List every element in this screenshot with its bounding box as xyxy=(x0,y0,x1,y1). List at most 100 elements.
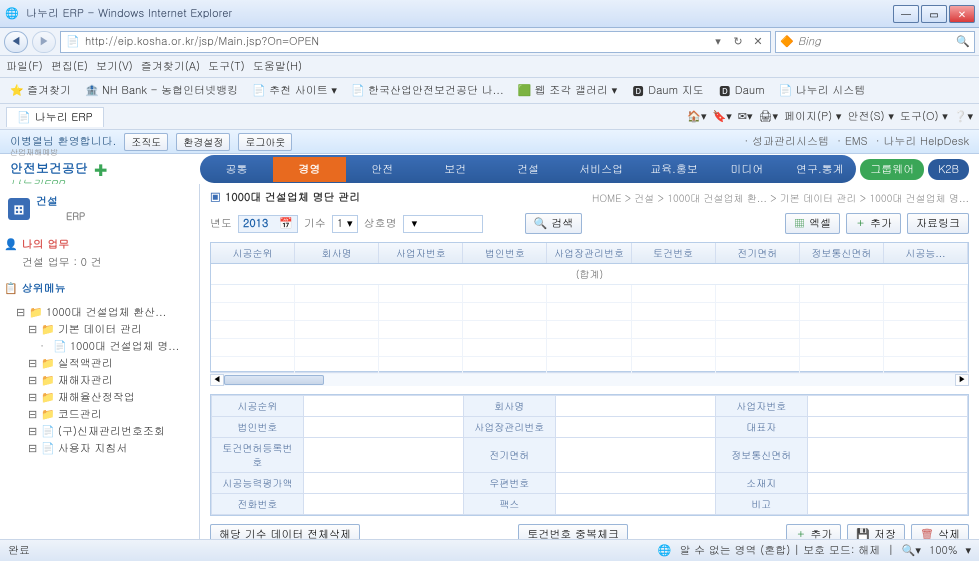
pill-groupware[interactable]: 그룹웨어 xyxy=(860,159,924,180)
grid-cell[interactable] xyxy=(547,285,631,303)
zoom-dropdown-icon[interactable]: ▾ xyxy=(965,543,971,558)
grid-cell[interactable] xyxy=(800,303,884,321)
logout-button[interactable]: 로그아웃 xyxy=(238,133,292,151)
year-input[interactable] xyxy=(243,216,277,231)
form-value[interactable] xyxy=(555,473,715,494)
tab-health[interactable]: 보건 xyxy=(419,157,492,182)
form-value[interactable] xyxy=(303,417,463,438)
grid-cell[interactable] xyxy=(632,357,716,375)
grid-scrollbar[interactable]: ◀ ▶ xyxy=(210,372,969,386)
grid-cell[interactable] xyxy=(463,303,547,321)
tab-edu[interactable]: 교육.홍보 xyxy=(638,157,711,182)
mail-icon[interactable]: ✉▾ xyxy=(738,109,753,124)
grid-cell[interactable] xyxy=(884,285,968,303)
my-tasks-header[interactable]: 👤나의 업무 xyxy=(4,235,195,254)
grid-cell[interactable] xyxy=(379,357,463,375)
form-value[interactable] xyxy=(807,494,967,515)
form-value[interactable] xyxy=(807,417,967,438)
search-field[interactable]: 🔶 🔍 xyxy=(775,31,975,53)
link-helpdesk[interactable]: · 나누리 HelpDesk xyxy=(876,134,969,149)
refresh-icon[interactable]: ↻ xyxy=(730,34,746,50)
grid-cell[interactable] xyxy=(800,357,884,375)
grid-cell[interactable] xyxy=(547,339,631,357)
tab-common[interactable]: 공통 xyxy=(200,157,273,182)
url-input[interactable] xyxy=(85,34,706,49)
tree-item[interactable]: ⊟📁재해자관리 xyxy=(4,372,195,389)
tool-tools[interactable]: 도구(O) ▾ xyxy=(900,109,948,124)
fav-daum[interactable]: 🅳Daum xyxy=(714,82,769,99)
scroll-thumb[interactable] xyxy=(224,375,324,385)
grid-cell[interactable] xyxy=(295,303,379,321)
grid-cell[interactable] xyxy=(211,357,295,375)
fav-kosha[interactable]: 📄한국산업안전보건공단 나... xyxy=(347,82,508,99)
tree-item[interactable]: ·📄1000대 건설업체 명... xyxy=(4,338,195,355)
tree-item[interactable]: ⊟📁재해율산정작업 xyxy=(4,389,195,406)
tree-item[interactable]: ⊟📁코드관리 xyxy=(4,406,195,423)
menu-favorites[interactable]: 즐겨찾기(A) xyxy=(141,59,200,74)
tool-safety[interactable]: 안전(S) ▾ xyxy=(847,109,893,124)
menu-help[interactable]: 도움말(H) xyxy=(253,59,302,74)
grid-cell[interactable] xyxy=(800,285,884,303)
fav-suggested[interactable]: 📄추천 사이트 ▾ xyxy=(248,82,341,99)
add-top-button[interactable]: ＋추가 xyxy=(846,213,901,234)
tree-item[interactable]: ⊟📁실적액관리 xyxy=(4,355,195,372)
menu-view[interactable]: 보기(V) xyxy=(96,59,133,74)
feed-icon[interactable]: 🔖▾ xyxy=(713,109,732,124)
grid-cell[interactable] xyxy=(716,357,800,375)
fav-nanuri[interactable]: 📄나누리 시스템 xyxy=(775,82,870,99)
scroll-track[interactable] xyxy=(224,374,955,386)
grid-cell[interactable] xyxy=(547,303,631,321)
form-value[interactable] xyxy=(555,396,715,417)
search-icon[interactable]: 🔍 xyxy=(956,34,970,49)
grid-cell[interactable] xyxy=(716,339,800,357)
window-close-button[interactable]: ✕ xyxy=(949,5,975,23)
link-ems[interactable]: · EMS xyxy=(837,134,868,149)
grid-cell[interactable] xyxy=(463,321,547,339)
help-icon[interactable]: ❔▾ xyxy=(954,109,973,124)
grid-cell[interactable] xyxy=(632,285,716,303)
form-value[interactable] xyxy=(303,396,463,417)
grid-cell[interactable] xyxy=(632,303,716,321)
form-value[interactable] xyxy=(807,396,967,417)
grid-column-header[interactable]: 사업자번호 xyxy=(379,243,463,263)
tab-research[interactable]: 연구.통계 xyxy=(783,157,856,182)
tab-management[interactable]: 경영 xyxy=(273,157,346,182)
year-field[interactable]: 📅 xyxy=(238,215,298,233)
tree-item[interactable]: ⊟📄사용자 지침서 xyxy=(4,440,195,457)
form-value[interactable] xyxy=(807,438,967,473)
grid-column-header[interactable]: 토건번호 xyxy=(632,243,716,263)
grid-column-header[interactable]: 시공능... xyxy=(884,243,968,263)
print-icon[interactable]: 🖨▾ xyxy=(759,109,779,124)
grid-cell[interactable] xyxy=(632,339,716,357)
grid-cell[interactable] xyxy=(379,303,463,321)
grid-column-header[interactable]: 사업장관리번호 xyxy=(547,243,631,263)
grid-cell[interactable] xyxy=(379,321,463,339)
search-input[interactable] xyxy=(798,34,953,49)
calendar-icon[interactable]: 📅 xyxy=(279,216,293,231)
grid-cell[interactable] xyxy=(800,339,884,357)
fav-nhbank[interactable]: 🏦NH Bank - 농협인터넷뱅킹 xyxy=(81,82,242,99)
grid-cell[interactable] xyxy=(884,321,968,339)
tab-construction[interactable]: 건설 xyxy=(492,157,565,182)
favorites-button[interactable]: ⭐즐겨찾기 xyxy=(6,82,75,99)
upper-menu-header[interactable]: 📋상위메뉴 xyxy=(4,279,195,298)
menu-file[interactable]: 파일(F) xyxy=(6,59,43,74)
grid-cell[interactable] xyxy=(632,321,716,339)
grid-cell[interactable] xyxy=(884,303,968,321)
search-button[interactable]: 🔍검색 xyxy=(525,213,583,234)
pill-k2b[interactable]: K2B xyxy=(928,159,969,180)
excel-button[interactable]: ▦엑셀 xyxy=(785,213,840,234)
menu-edit[interactable]: 편집(E) xyxy=(51,59,88,74)
grid-cell[interactable] xyxy=(211,339,295,357)
grid-cell[interactable] xyxy=(463,339,547,357)
grid-cell[interactable] xyxy=(547,357,631,375)
tree-item[interactable]: ⊟📁1000대 건설업체 환산... xyxy=(4,304,195,321)
grid-cell[interactable] xyxy=(295,339,379,357)
stop-icon[interactable]: ✕ xyxy=(750,34,766,50)
grid-cell[interactable] xyxy=(716,285,800,303)
grid-cell[interactable] xyxy=(379,285,463,303)
grid-cell[interactable] xyxy=(547,321,631,339)
tree-item[interactable]: ⊟📄(구)신재관리번호조회 xyxy=(4,423,195,440)
tree-item[interactable]: ⊟📁기본 데이터 관리 xyxy=(4,321,195,338)
form-value[interactable] xyxy=(303,494,463,515)
